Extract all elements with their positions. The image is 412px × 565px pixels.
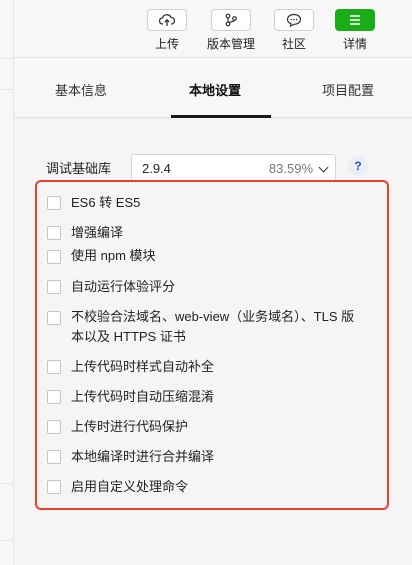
upload-cloud-icon bbox=[147, 9, 187, 31]
strip-divider bbox=[0, 89, 14, 90]
compile-options-highlight: ES6 转 ES5 增强编译 使用 npm 模块 自动运行体验评分 不校验合法域… bbox=[35, 180, 389, 510]
custom-commands-checkbox[interactable] bbox=[47, 480, 61, 494]
minify-obfuscate-checkbox[interactable] bbox=[47, 390, 61, 404]
strip-divider bbox=[0, 58, 14, 59]
merge-compile-checkbox[interactable] bbox=[47, 450, 61, 464]
version-management-button[interactable]: 版本管理 bbox=[204, 9, 258, 52]
details-button[interactable]: 详情 bbox=[328, 9, 382, 52]
option-label: ES6 转 ES5 bbox=[71, 195, 141, 210]
settings-tabs: 基本信息 本地设置 项目配置 bbox=[14, 58, 412, 118]
base-library-select[interactable]: 2.9.4 83.59% bbox=[131, 154, 336, 181]
base-library-label: 调试基础库 bbox=[46, 161, 112, 176]
strip-divider bbox=[0, 483, 14, 484]
option-label: 启用自定义处理命令 bbox=[71, 479, 189, 494]
strip-divider bbox=[0, 540, 14, 541]
option-label: 自动运行体验评分 bbox=[71, 279, 176, 294]
option-label: 增强编译 bbox=[71, 225, 124, 240]
auto-experience-score-checkbox[interactable] bbox=[47, 280, 61, 294]
code-protection-checkbox[interactable] bbox=[47, 420, 61, 434]
community-button[interactable]: 社区 bbox=[267, 9, 321, 52]
option-label: 上传代码时自动压缩混淆 bbox=[71, 389, 215, 404]
option-label: 上传时进行代码保护 bbox=[71, 419, 189, 434]
menu-list-icon bbox=[335, 9, 375, 31]
style-autocomplete-checkbox[interactable] bbox=[47, 360, 61, 374]
upload-button[interactable]: 上传 bbox=[140, 9, 194, 52]
tab-project-config[interactable]: 项目配置 bbox=[322, 80, 374, 99]
details-label: 详情 bbox=[342, 37, 367, 51]
tab-basic-info[interactable]: 基本信息 bbox=[55, 80, 107, 99]
settings-panel: 基本信息 本地设置 项目配置 调试基础库 2.9.4 83.59% ? ES6 … bbox=[14, 58, 412, 565]
option-label: 使用 npm 模块 bbox=[71, 248, 156, 263]
chevron-down-icon bbox=[318, 162, 329, 173]
toolbar: 上传 版本管理 社区 详情 bbox=[14, 0, 412, 58]
es6-to-es5-checkbox[interactable] bbox=[47, 196, 61, 210]
tab-local-settings[interactable]: 本地设置 bbox=[189, 80, 241, 99]
left-page-strip bbox=[0, 0, 14, 565]
option-label-line2: 本以及 HTTPS 证书 bbox=[71, 329, 186, 344]
active-tab-indicator bbox=[171, 115, 271, 118]
option-label: 上传代码时样式自动补全 bbox=[71, 359, 215, 374]
option-label-line1: 不校验合法域名、web-view（业务域名）、TLS 版 bbox=[71, 309, 355, 324]
community-label: 社区 bbox=[281, 37, 306, 51]
version-branch-icon bbox=[211, 9, 251, 31]
base-library-row: 调试基础库 2.9.4 83.59% ? bbox=[14, 154, 412, 181]
base-library-coverage: 83.59% bbox=[268, 161, 313, 176]
upload-label: 上传 bbox=[154, 37, 179, 51]
enhanced-compile-checkbox[interactable] bbox=[47, 226, 61, 240]
base-library-version: 2.9.4 bbox=[142, 161, 171, 176]
chat-bubble-icon bbox=[274, 9, 314, 31]
npm-modules-checkbox[interactable] bbox=[47, 250, 61, 264]
option-label: 本地编译时进行合并编译 bbox=[71, 449, 215, 464]
skip-domain-check-checkbox[interactable] bbox=[47, 311, 61, 325]
version-management-label: 版本管理 bbox=[206, 37, 255, 51]
help-icon[interactable]: ? bbox=[348, 156, 368, 176]
